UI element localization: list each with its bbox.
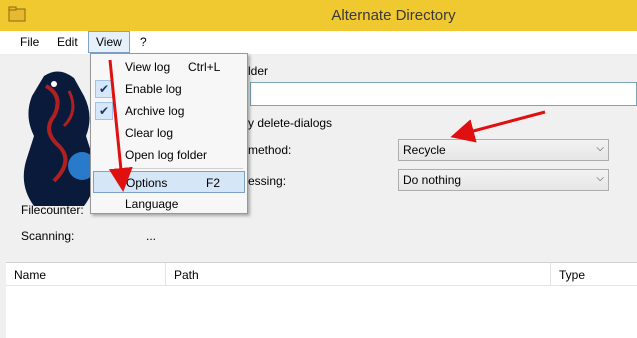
menu-file[interactable]: File [13,31,46,54]
file-list[interactable] [6,286,637,338]
scanning-label: Scanning: [21,229,75,243]
menu-help[interactable]: ? [133,31,154,54]
checkmark-icon: ✔ [95,102,113,120]
menu-separator [121,168,243,169]
post-processing-label: essing: [248,174,287,188]
folder-path-field[interactable] [250,82,637,106]
title-bar[interactable]: Alternate Directory [0,0,637,31]
menu-item-label: View log [125,60,171,74]
menu-view[interactable]: View [88,31,130,53]
filecounter-label: Filecounter: [21,203,84,217]
file-list-header: Name Path Type [6,262,637,287]
menu-item-label: Open log folder [125,148,208,162]
chevron-down-icon: ⌵ [596,143,604,154]
menu-item-label: Archive log [125,104,185,118]
menu-item-options[interactable]: Options F2 [93,171,245,193]
column-name[interactable]: Name [6,263,166,287]
menu-item-shortcut: F2 [206,176,221,190]
menu-bar: File Edit View ? [0,31,637,54]
folder-label: lder [248,64,269,78]
menu-item-view-log[interactable]: View log Ctrl+L [93,56,245,78]
menu-item-open-log-folder[interactable]: Open log folder [93,144,245,166]
menu-item-label: Clear log [125,126,174,140]
delete-method-value: Recycle [403,143,446,157]
menu-item-enable-log[interactable]: ✔ Enable log [93,78,245,100]
menu-item-clear-log[interactable]: Clear log [93,122,245,144]
post-processing-select[interactable]: Do nothing ⌵ [398,169,609,191]
column-type[interactable]: Type [551,263,637,287]
menu-edit[interactable]: Edit [50,31,85,54]
window-title: Alternate Directory [331,7,456,24]
scanning-value: ... [146,229,157,243]
menu-item-label: Enable log [125,82,182,96]
delete-method-select[interactable]: Recycle ⌵ [398,139,609,161]
delete-dialogs-label: y delete-dialogs [248,116,333,130]
menu-item-shortcut: Ctrl+L [188,60,221,74]
view-menu-dropdown: View log Ctrl+L ✔ Enable log ✔ Archive l… [90,53,248,214]
checkmark-icon: ✔ [95,80,113,98]
menu-item-label: Options [126,176,168,190]
post-processing-value: Do nothing [403,173,462,187]
menu-item-label: Language [125,197,179,211]
chevron-down-icon: ⌵ [596,173,604,184]
delete-method-label: method: [248,143,292,157]
menu-item-archive-log[interactable]: ✔ Archive log [93,100,245,122]
menu-item-language[interactable]: Language [93,193,245,215]
column-path[interactable]: Path [166,263,551,287]
